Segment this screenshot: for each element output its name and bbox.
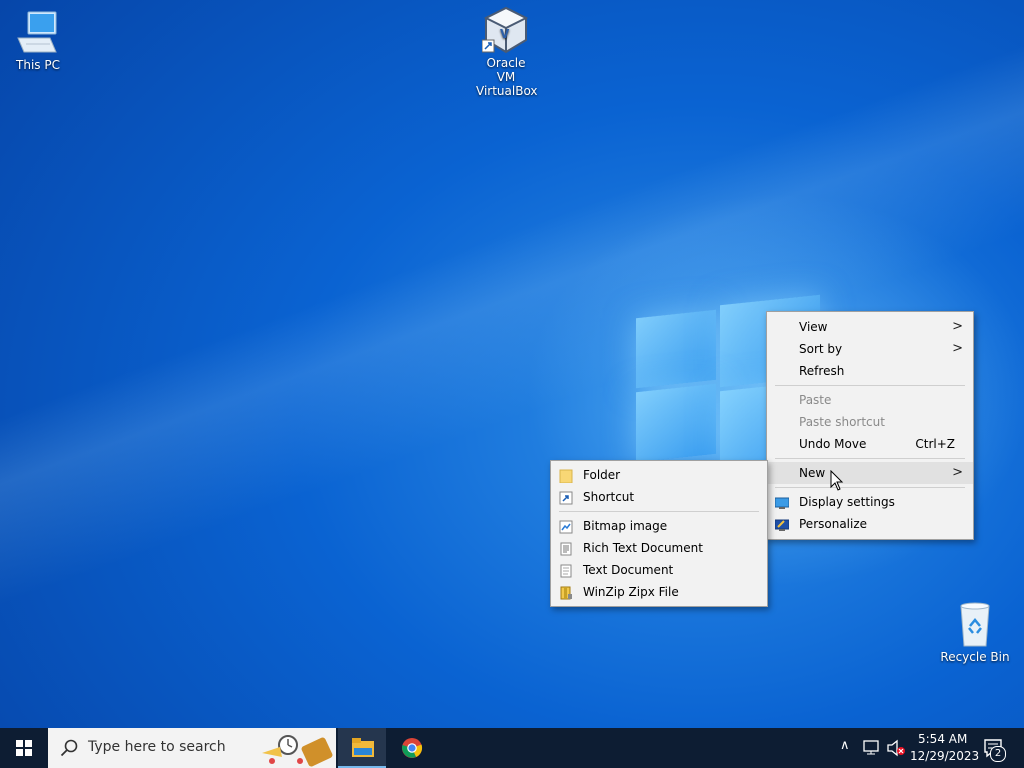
svg-text:V: V <box>500 27 510 41</box>
menu-item-display-settings[interactable]: Display settings <box>767 491 973 513</box>
windows-start-icon <box>16 740 32 756</box>
submenu-item-winzip[interactable]: WinZip Zipx File <box>551 581 767 603</box>
menu-item-view[interactable]: View > <box>767 316 973 338</box>
desktop-context-menu: View > Sort by > Refresh Paste Paste sho… <box>766 311 974 540</box>
chrome-icon <box>402 738 423 758</box>
mouse-cursor-icon <box>830 469 844 492</box>
taskbar: Type here to search ∧ 5:54 AM 12/29/2023… <box>0 728 1024 768</box>
desktop-icon-label: Oracle VM VirtualBox <box>476 56 538 98</box>
menu-item-label: Sort by <box>799 342 843 356</box>
desktop-icon-virtualbox[interactable]: V Oracle VM VirtualBox <box>468 6 544 98</box>
menu-item-undo-move[interactable]: Undo Move Ctrl+Z <box>767 433 973 455</box>
network-icon[interactable] <box>862 740 880 756</box>
virtualbox-icon: V <box>481 6 530 54</box>
search-box[interactable]: Type here to search <box>48 728 336 768</box>
show-hidden-icons-chevron-up-icon[interactable]: ∧ <box>840 738 850 753</box>
recycle-bin-icon <box>951 600 999 648</box>
winzip-icon <box>559 585 573 600</box>
bitmap-icon <box>559 519 573 534</box>
desktop-icon-recycle-bin[interactable]: Recycle Bin <box>937 600 1013 664</box>
menu-item-refresh[interactable]: Refresh <box>767 360 973 382</box>
search-highlight-illustration-icon <box>262 735 333 767</box>
submenu-item-text-document[interactable]: Text Document <box>551 559 767 581</box>
submenu-item-label: Shortcut <box>583 490 635 504</box>
desktop-icon-label: This PC <box>16 58 60 72</box>
rich-text-document-icon <box>559 541 573 556</box>
menu-item-paste[interactable]: Paste <box>767 389 973 411</box>
submenu-item-label: Text Document <box>583 563 674 577</box>
menu-separator <box>559 511 759 512</box>
menu-item-label: Paste <box>799 393 832 407</box>
menu-item-label: View <box>799 320 828 334</box>
folder-icon <box>559 468 573 484</box>
shortcut-hint: Ctrl+Z <box>915 437 955 451</box>
notification-count-badge: 2 <box>990 746 1006 762</box>
menu-item-personalize[interactable]: Personalize <box>767 513 973 535</box>
computer-icon <box>14 8 62 56</box>
menu-item-label: Personalize <box>799 517 868 531</box>
submenu-item-label: Folder <box>583 468 621 482</box>
chevron-right-icon: > <box>952 465 963 480</box>
taskbar-chrome[interactable] <box>388 728 436 768</box>
clock-date[interactable]: 12/29/2023 <box>910 749 979 763</box>
chevron-right-icon: > <box>952 319 963 334</box>
menu-separator <box>775 458 965 459</box>
menu-item-label: Refresh <box>799 364 845 378</box>
menu-item-new[interactable]: New > <box>767 462 973 484</box>
menu-item-paste-shortcut[interactable]: Paste shortcut <box>767 411 973 433</box>
desktop-icon-this-pc[interactable]: This PC <box>0 8 76 72</box>
menu-item-label: Paste shortcut <box>799 415 885 429</box>
chevron-right-icon: > <box>952 341 963 356</box>
taskbar-file-explorer[interactable] <box>338 728 386 768</box>
menu-separator <box>775 385 965 386</box>
submenu-item-bitmap[interactable]: Bitmap image <box>551 515 767 537</box>
search-placeholder: Type here to search <box>88 739 226 755</box>
menu-item-label: New <box>799 466 826 480</box>
submenu-item-label: Rich Text Document <box>583 541 703 555</box>
start-button[interactable] <box>0 728 48 768</box>
menu-item-label: Display settings <box>799 495 895 509</box>
clock-time[interactable]: 5:54 AM <box>918 732 967 746</box>
menu-item-sort-by[interactable]: Sort by > <box>767 338 973 360</box>
text-document-icon <box>559 563 573 578</box>
new-submenu: Folder Shortcut Bitmap image Rich Text D… <box>550 460 768 607</box>
submenu-item-shortcut[interactable]: Shortcut <box>551 486 767 508</box>
shortcut-icon <box>559 490 573 505</box>
menu-item-label: Undo Move <box>799 437 867 451</box>
submenu-item-label: Bitmap image <box>583 519 668 533</box>
menu-separator <box>775 487 965 488</box>
submenu-item-folder[interactable]: Folder <box>551 464 767 486</box>
search-icon <box>60 739 78 757</box>
desktop-icon-label: Recycle Bin <box>940 650 1010 664</box>
notifications-button[interactable]: 2 <box>978 734 1012 762</box>
display-icon <box>774 495 790 509</box>
submenu-item-rich-text[interactable]: Rich Text Document <box>551 537 767 559</box>
personalize-icon <box>774 517 790 531</box>
submenu-item-label: WinZip Zipx File <box>583 585 679 599</box>
volume-muted-icon[interactable] <box>886 739 906 757</box>
file-explorer-icon <box>352 738 374 757</box>
